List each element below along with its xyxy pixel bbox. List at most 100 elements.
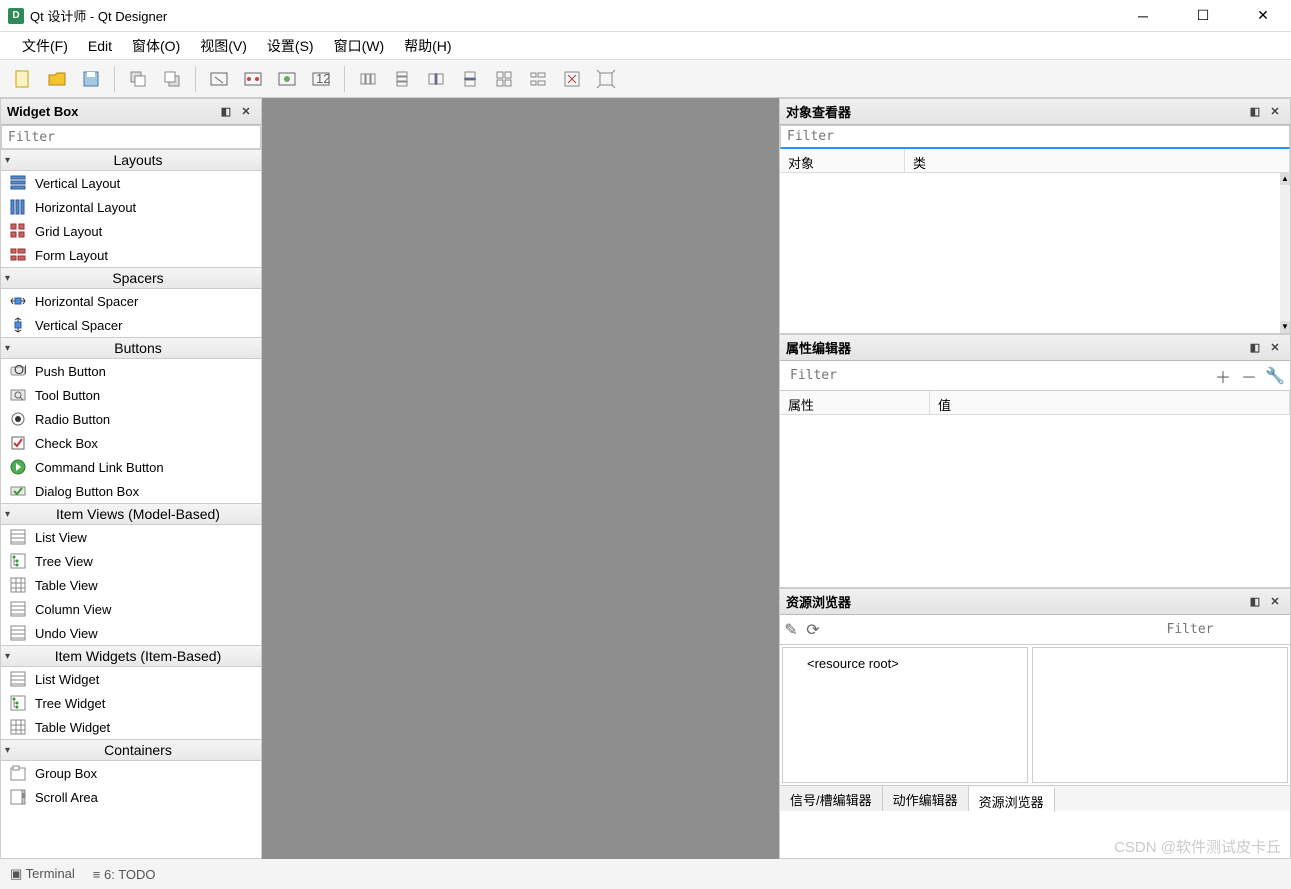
edit-widgets-button[interactable] — [204, 64, 234, 94]
widget-item[interactable]: Group Box — [1, 761, 261, 785]
maximize-button[interactable]: ☐ — [1183, 2, 1223, 30]
minimize-button[interactable]: ─ — [1123, 2, 1163, 30]
property-filter[interactable] — [784, 364, 1208, 388]
widget-item[interactable]: Command Link Button — [1, 455, 261, 479]
widget-box-list[interactable]: ▾LayoutsVertical LayoutHorizontal Layout… — [1, 149, 261, 858]
widget-item[interactable]: List View — [1, 525, 261, 549]
view-icon — [9, 625, 27, 641]
widget-item[interactable]: OKPush Button — [1, 359, 261, 383]
tab-resource-browser[interactable]: 资源浏览器 — [969, 787, 1055, 812]
edit-signals-button[interactable] — [238, 64, 268, 94]
design-canvas[interactable] — [262, 98, 779, 859]
break-layout-button[interactable] — [557, 64, 587, 94]
widget-item[interactable]: Radio Button — [1, 407, 261, 431]
terminal-tab[interactable]: ▣ Terminal — [10, 866, 75, 882]
svg-text:123: 123 — [316, 71, 331, 86]
widget-item[interactable]: Form Layout — [1, 243, 261, 267]
category-header[interactable]: ▾Containers — [1, 739, 261, 761]
configure-icon[interactable]: 🔧 — [1264, 365, 1286, 387]
dock-close-icon[interactable]: ✕ — [1266, 339, 1284, 357]
menu-file[interactable]: 文件(F) — [12, 32, 78, 60]
category-header[interactable]: ▾Item Views (Model-Based) — [1, 503, 261, 525]
col-value[interactable]: 值 — [930, 391, 1290, 414]
widget-item[interactable]: Horizontal Spacer — [1, 289, 261, 313]
widget-item[interactable]: Scroll Area — [1, 785, 261, 809]
category-header[interactable]: ▾Buttons — [1, 337, 261, 359]
right-dock-column: 对象查看器 ◧ ✕ 对象 类 ▲▼ 属性编辑器 ◧ ✕ — [779, 98, 1291, 859]
tab-signal-slot[interactable]: 信号/槽编辑器 — [780, 786, 883, 811]
widget-box-dock: Widget Box ◧ ✕ ▾LayoutsVertical LayoutHo… — [0, 98, 262, 859]
widget-item[interactable]: Vertical Layout — [1, 171, 261, 195]
category-label: Item Views (Model-Based) — [19, 506, 257, 522]
menu-settings[interactable]: 设置(S) — [257, 32, 324, 60]
col-object[interactable]: 对象 — [780, 149, 905, 172]
widget-item[interactable]: Column View — [1, 597, 261, 621]
category-header[interactable]: ▾Spacers — [1, 267, 261, 289]
cmdlink-icon — [9, 459, 27, 475]
menu-view[interactable]: 视图(V) — [190, 32, 257, 60]
widget-item[interactable]: Horizontal Layout — [1, 195, 261, 219]
tab-action-editor[interactable]: 动作编辑器 — [883, 786, 969, 811]
menu-help[interactable]: 帮助(H) — [394, 32, 461, 60]
save-button[interactable] — [76, 64, 106, 94]
object-inspector-filter[interactable] — [780, 125, 1290, 149]
close-button[interactable]: ✕ — [1243, 2, 1283, 30]
reload-icon[interactable]: ⟳ — [802, 619, 824, 641]
widget-box-filter[interactable] — [1, 125, 261, 149]
separator — [344, 66, 345, 92]
layout-v-button[interactable] — [387, 64, 417, 94]
bring-front-button[interactable] — [157, 64, 187, 94]
property-tree[interactable] — [780, 415, 1290, 587]
resource-tree[interactable]: <resource root> — [782, 647, 1028, 783]
widget-item[interactable]: Grid Layout — [1, 219, 261, 243]
view-icon — [9, 529, 27, 545]
layout-vsplit-button[interactable] — [455, 64, 485, 94]
dock-float-icon[interactable]: ◧ — [1246, 339, 1264, 357]
resource-view[interactable] — [1032, 647, 1288, 783]
widget-item[interactable]: List Widget — [1, 667, 261, 691]
menu-form[interactable]: 窗体(O) — [122, 32, 190, 60]
open-button[interactable] — [42, 64, 72, 94]
widget-item[interactable]: Check Box — [1, 431, 261, 455]
widget-item[interactable]: Table Widget — [1, 715, 261, 739]
layout-form-button[interactable] — [523, 64, 553, 94]
dock-float-icon[interactable]: ◧ — [1246, 593, 1264, 611]
widget-item[interactable]: Tree View — [1, 549, 261, 573]
new-form-button[interactable] — [8, 64, 38, 94]
object-inspector-title: 对象查看器 — [786, 102, 851, 121]
widget-label: Form Layout — [35, 248, 108, 263]
widget-item[interactable]: Dialog Button Box — [1, 479, 261, 503]
edit-resource-icon[interactable]: ✎ — [780, 619, 802, 641]
remove-property-icon[interactable]: － — [1238, 365, 1260, 387]
dock-close-icon[interactable]: ✕ — [237, 103, 255, 121]
widget-item[interactable]: Tool Button — [1, 383, 261, 407]
widget-box-header: Widget Box ◧ ✕ — [1, 99, 261, 125]
dock-float-icon[interactable]: ◧ — [1246, 103, 1264, 121]
dock-close-icon[interactable]: ✕ — [1266, 103, 1284, 121]
add-property-icon[interactable]: ＋ — [1212, 365, 1234, 387]
layout-h-button[interactable] — [353, 64, 383, 94]
col-class[interactable]: 类 — [905, 149, 1290, 172]
edit-buddies-button[interactable] — [272, 64, 302, 94]
col-property[interactable]: 属性 — [780, 391, 930, 414]
menu-edit[interactable]: Edit — [78, 34, 122, 58]
send-back-button[interactable] — [123, 64, 153, 94]
widget-item[interactable]: Undo View — [1, 621, 261, 645]
adjust-size-button[interactable] — [591, 64, 621, 94]
category-header[interactable]: ▾Item Widgets (Item-Based) — [1, 645, 261, 667]
resource-filter[interactable] — [1090, 618, 1290, 642]
resource-root-item[interactable]: <resource root> — [787, 652, 1023, 675]
category-header[interactable]: ▾Layouts — [1, 149, 261, 171]
dock-float-icon[interactable]: ◧ — [217, 103, 235, 121]
object-tree[interactable]: ▲▼ — [780, 173, 1290, 333]
resource-body: <resource root> — [780, 645, 1290, 785]
layout-hsplit-button[interactable] — [421, 64, 451, 94]
widget-item[interactable]: Vertical Spacer — [1, 313, 261, 337]
menu-window[interactable]: 窗口(W) — [324, 32, 395, 60]
dock-close-icon[interactable]: ✕ — [1266, 593, 1284, 611]
widget-item[interactable]: Table View — [1, 573, 261, 597]
edit-taborder-button[interactable]: 123 — [306, 64, 336, 94]
todo-tab[interactable]: ≡ 6: TODO — [93, 867, 156, 882]
widget-item[interactable]: Tree Widget — [1, 691, 261, 715]
layout-grid-button[interactable] — [489, 64, 519, 94]
